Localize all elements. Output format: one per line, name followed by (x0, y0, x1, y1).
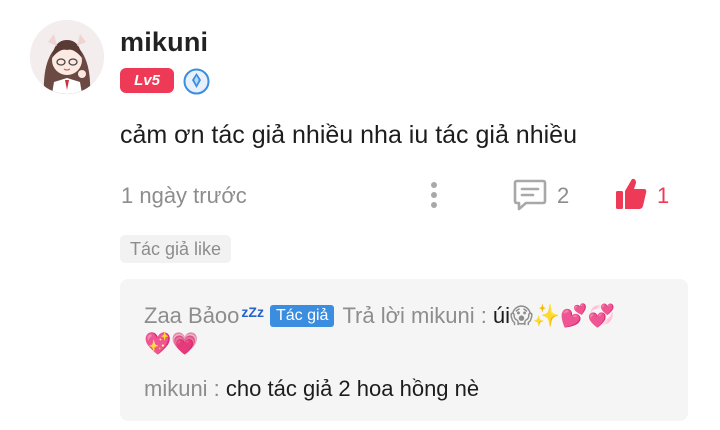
reply-author-name-suffix: zZz (241, 304, 264, 320)
author-tag-badge: Tác giả (269, 305, 335, 327)
reply-icon[interactable] (512, 178, 548, 212)
avatar[interactable] (30, 20, 104, 94)
reply-text: cho tác giả 2 hoa hồng nè (225, 376, 480, 401)
comment-time: 1 ngày trước (121, 183, 247, 208)
username[interactable]: mikuni (120, 27, 208, 58)
level-badge: Lv5 (120, 68, 174, 93)
comment-text: cảm ơn tác giả nhiều nha iu tác giả nhiề… (120, 121, 577, 149)
reply-emojis-continued: 💖💗 (144, 332, 199, 357)
author-like-tag: Tác giả like (120, 235, 232, 263)
reply-item[interactable]: mikuni : cho tác giả 2 hoa hồng nè (144, 376, 479, 402)
reply-author-name[interactable]: mikuni : (144, 376, 220, 401)
reply-count: 2 (557, 183, 570, 208)
replies-container[interactable]: Zaa Bảoo zZz Tác giả Trả lời mikuni : úi… (120, 279, 688, 421)
reply-emojis: 😱✨💕💞 (509, 303, 616, 329)
reply-item[interactable]: Zaa Bảoo zZz Tác giả Trả lời mikuni : úi… (144, 303, 615, 329)
more-icon[interactable] (424, 180, 444, 210)
like-count: 1 (657, 183, 670, 208)
reply-text: úi (492, 303, 510, 328)
like-icon[interactable] (613, 176, 649, 212)
verified-icon (183, 68, 210, 95)
avatar-image (30, 20, 104, 94)
reply-to-prefix: Trả lời mikuni : (342, 303, 487, 328)
reply-author-name[interactable]: Zaa Bảoo (144, 303, 239, 329)
author-like-label: Tác giả like (130, 238, 222, 259)
